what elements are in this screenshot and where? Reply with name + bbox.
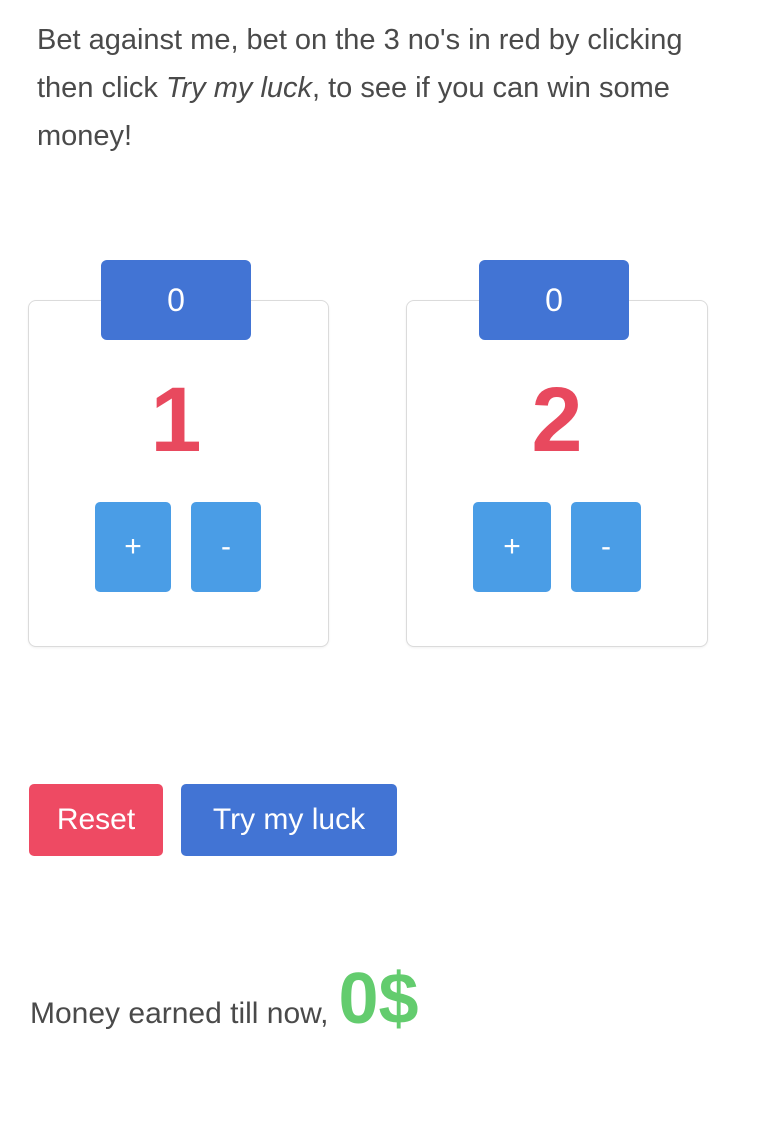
- reset-button[interactable]: Reset: [29, 784, 163, 856]
- bet-count-badge-1: 0: [101, 260, 251, 340]
- bet-number-2: 2: [531, 369, 583, 471]
- instructions-line-1: Bet against me, bet on the 3 no's in red…: [37, 24, 683, 56]
- decrement-button-2[interactable]: -: [571, 502, 641, 592]
- decrement-button-1[interactable]: -: [191, 502, 261, 592]
- bet-count-badge-2: 0: [479, 260, 629, 340]
- bet-number-1: 1: [150, 369, 202, 471]
- number-card-2: [406, 300, 708, 647]
- instructions-line-2-start: then click: [37, 72, 166, 104]
- try-my-luck-button[interactable]: Try my luck: [181, 784, 397, 856]
- increment-button-2[interactable]: +: [473, 502, 551, 592]
- money-earned: Money earned till now, 0$: [30, 958, 419, 1048]
- increment-button-1[interactable]: +: [95, 502, 171, 592]
- instructions-line-2-end: , to see if you can win some: [312, 72, 670, 104]
- number-card-1: [28, 300, 329, 647]
- instructions-text: Bet against me, bet on the 3 no's in red…: [37, 16, 764, 160]
- money-earned-value: 0$: [338, 959, 419, 1039]
- money-earned-label: Money earned till now,: [30, 997, 329, 1030]
- instructions-line-3: money!: [37, 120, 133, 152]
- instructions-line-2: then click Try my luck, to see if you ca…: [37, 64, 764, 112]
- instructions-emphasis: Try my luck: [165, 72, 313, 104]
